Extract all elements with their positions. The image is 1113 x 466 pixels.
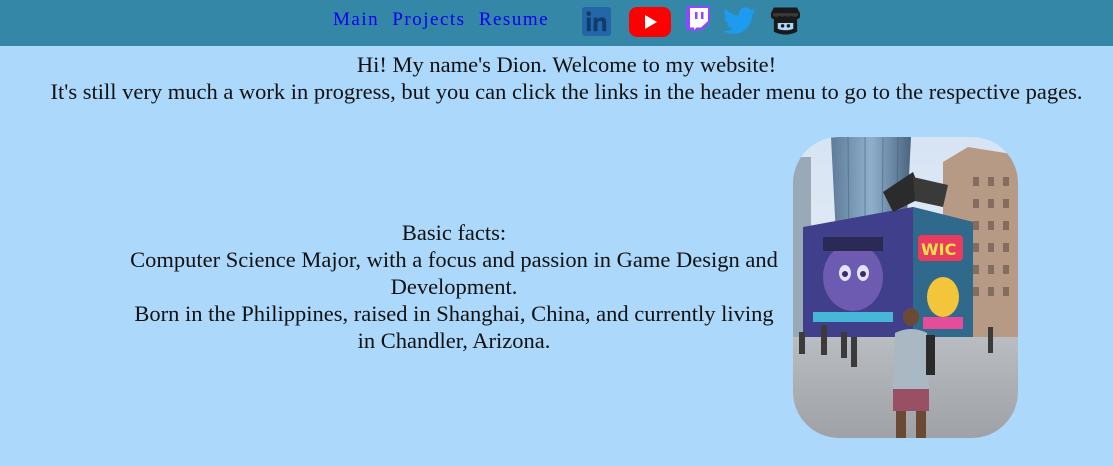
profile-photo-illustration: WIC (793, 137, 1018, 438)
intro-text: Hi! My name's Dion. Welcome to my websit… (40, 51, 1093, 105)
profile-photo: WIC (793, 137, 1018, 438)
intro-greeting: Hi! My name's Dion. Welcome to my websit… (356, 52, 777, 77)
basic-facts: Basic facts: Computer Science Major, wit… (124, 219, 784, 354)
svg-text:WIC: WIC (921, 240, 956, 259)
facts-major: Computer Science Major, with a focus and… (130, 247, 778, 299)
nav-link-projects[interactable]: Projects (392, 9, 465, 30)
linkedin-icon[interactable] (581, 6, 612, 37)
header-nav: Main Projects Resume (333, 9, 556, 31)
twitter-icon[interactable] (723, 7, 756, 35)
facts-origin: Born in the Philippines, raised in Shang… (134, 301, 774, 353)
twitch-icon[interactable] (684, 6, 710, 34)
facts-heading: Basic facts: (401, 220, 507, 245)
youtube-icon[interactable] (629, 7, 671, 37)
nav-link-resume[interactable]: Resume (479, 9, 549, 30)
intro-wip-note: It's still very much a work in progress,… (50, 79, 1083, 104)
nav-link-main[interactable]: Main (333, 9, 379, 30)
site-header: Main Projects Resume (0, 0, 1113, 46)
itchio-icon[interactable] (770, 6, 801, 36)
